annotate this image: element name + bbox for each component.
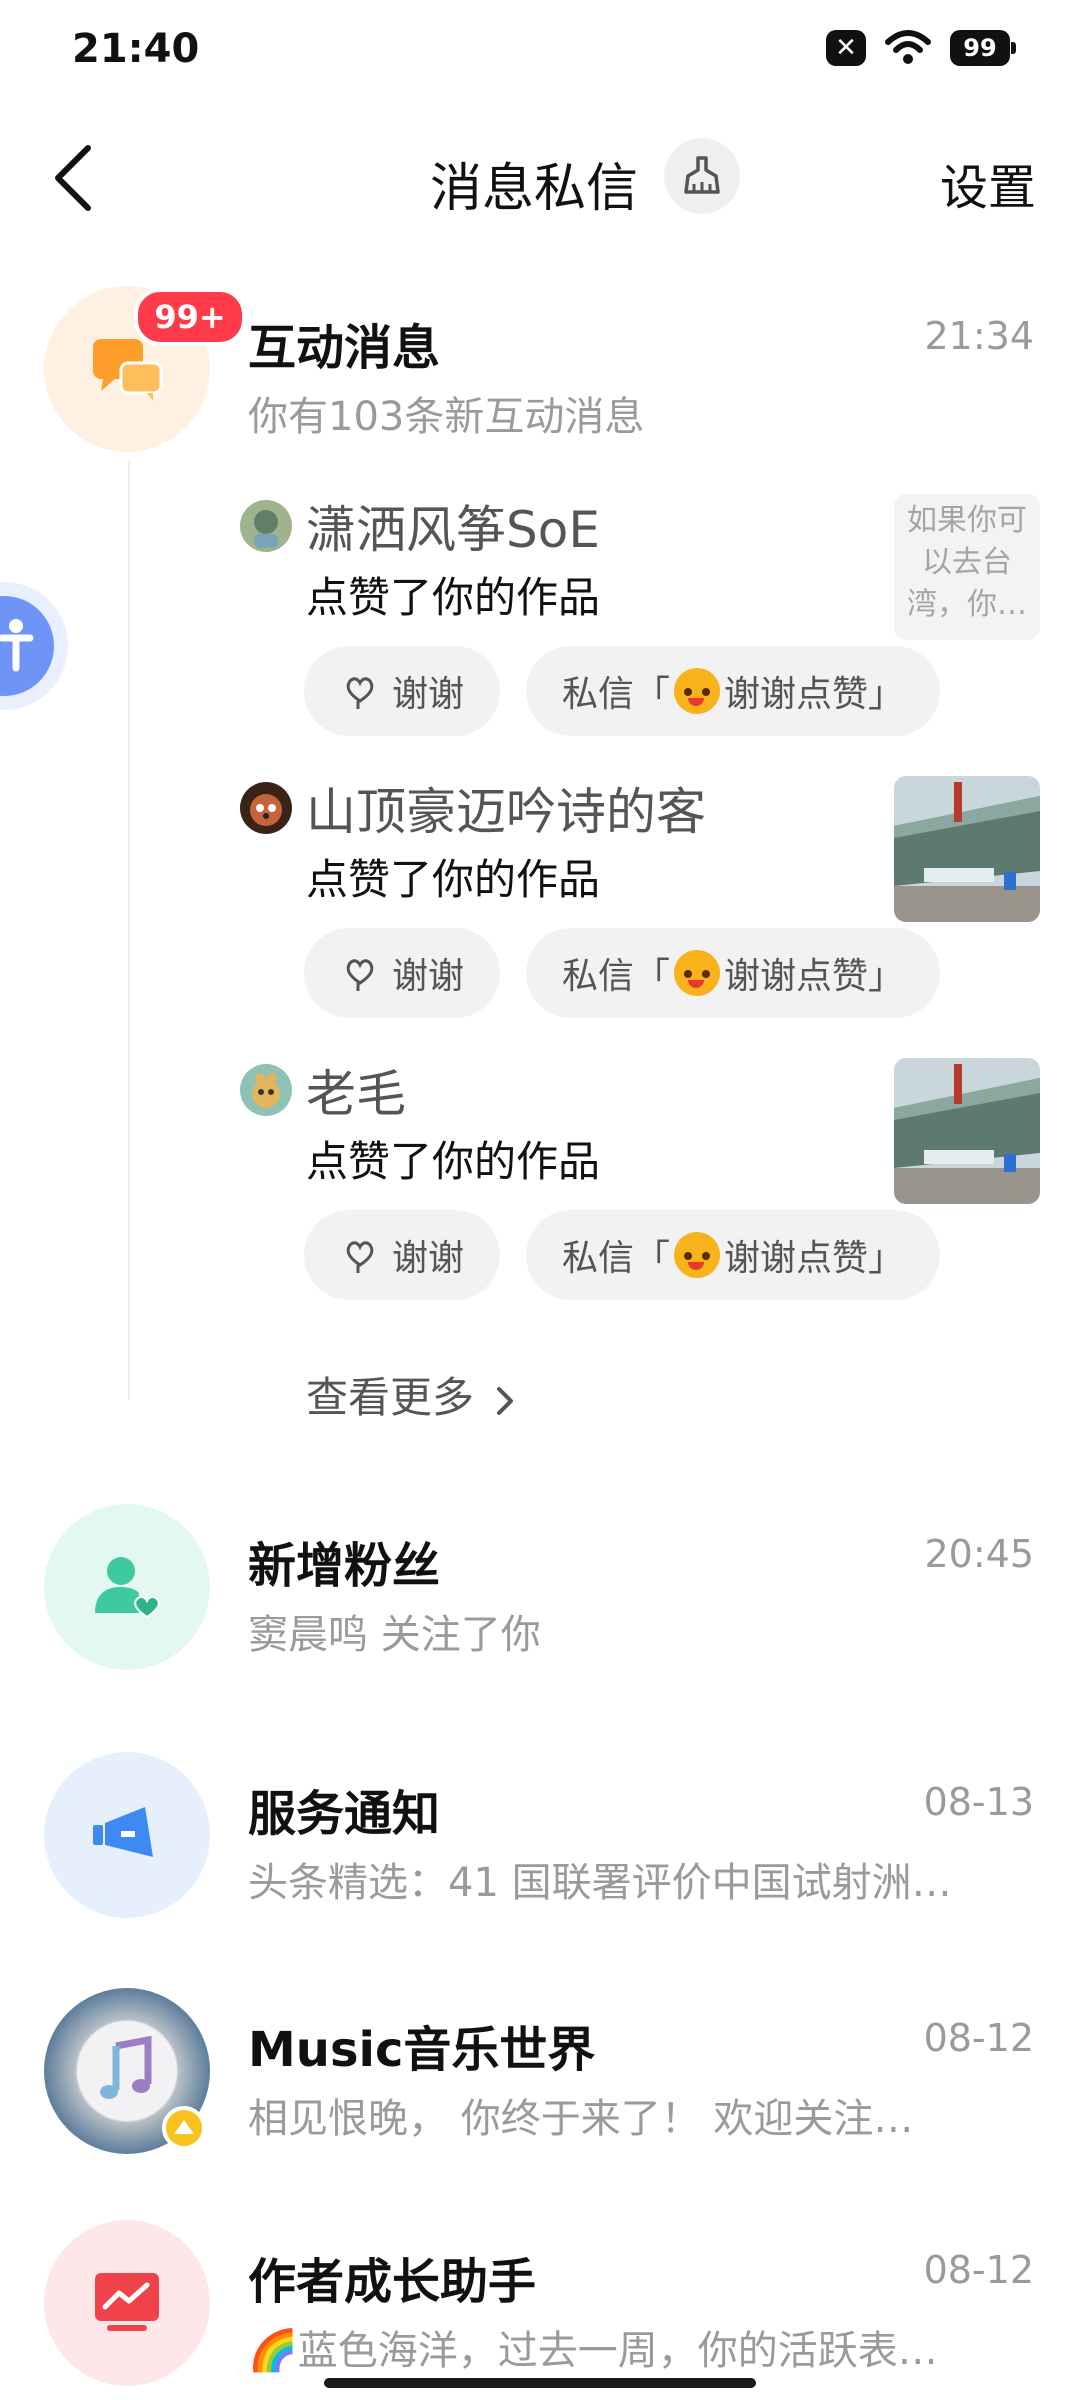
- dm-thanks-button[interactable]: 私信「 谢谢点赞」: [526, 646, 940, 736]
- header: 消息私信 设置: [0, 120, 1080, 240]
- music-note-icon: [100, 2035, 152, 2099]
- interaction-item[interactable]: 山顶豪迈吟诗的客 点赞了你的作品 谢谢 私信「 谢谢点赞」: [240, 776, 1040, 1056]
- like-action-text: 点赞了你的作品: [306, 1137, 601, 1186]
- thanks-label: 谢谢: [391, 674, 464, 715]
- station-photo-icon: [894, 1058, 1040, 1204]
- service-notice-row[interactable]: 服务通知 08-13 头条精选：41 国联署评价中国试射洲…: [0, 1752, 1080, 1932]
- chevron-right-icon: [497, 1386, 514, 1415]
- author-title: 作者成长助手: [248, 2254, 537, 2310]
- post-thumbnail[interactable]: [894, 1058, 1040, 1204]
- home-indicator[interactable]: [324, 2378, 756, 2388]
- dm-suffix: 谢谢点赞」: [724, 674, 905, 715]
- author-assistant-row[interactable]: 作者成长助手 08-12 🌈蓝色海洋，过去一周，你的活跃表…: [0, 2220, 1080, 2400]
- see-more-label: 查看更多: [306, 1373, 475, 1422]
- thanks-label: 谢谢: [391, 956, 464, 997]
- user-name: 山顶豪迈吟诗的客: [306, 783, 706, 841]
- back-icon[interactable]: [40, 138, 120, 218]
- interaction-time: 21:34: [924, 314, 1034, 358]
- dm-prefix: 私信「: [561, 1238, 670, 1279]
- timeline-line: [128, 460, 130, 1400]
- dm-thanks-button[interactable]: 私信「 谢谢点赞」: [526, 1210, 940, 1300]
- station-photo-icon: [894, 776, 1040, 922]
- blush-emoji-icon: [674, 1232, 720, 1278]
- verified-badge-icon: [162, 2106, 206, 2150]
- followers-title: 新增粉丝: [248, 1538, 441, 1594]
- dm-prefix: 私信「: [561, 674, 670, 715]
- status-icons: ✕ 99: [826, 30, 1016, 66]
- interaction-subtitle: 你有103条新互动消息: [248, 394, 645, 440]
- user-avatar: [240, 1064, 292, 1116]
- author-time: 08-12: [923, 2248, 1034, 2292]
- person-heart-icon: [95, 1557, 160, 1619]
- megaphone-icon: [93, 1807, 153, 1857]
- clear-unread-button[interactable]: [664, 138, 740, 214]
- dm-suffix: 谢谢点赞」: [724, 1238, 905, 1279]
- broom-icon: [684, 156, 720, 194]
- battery-icon: 99: [950, 30, 1016, 66]
- thanks-button[interactable]: 谢谢: [304, 646, 500, 736]
- dm-thanks-button[interactable]: 私信「 谢谢点赞」: [526, 928, 940, 1018]
- like-action-text: 点赞了你的作品: [306, 855, 601, 904]
- heart-hand-icon: [346, 1241, 374, 1273]
- blush-emoji-icon: [674, 668, 720, 714]
- dm-suffix: 谢谢点赞」: [724, 956, 905, 997]
- unread-badge: 99+: [134, 288, 246, 346]
- user-avatar: [240, 500, 292, 552]
- music-title: Music音乐世界: [248, 2022, 596, 2078]
- settings-button[interactable]: 设置: [940, 148, 1036, 218]
- blush-emoji-icon: [674, 950, 720, 996]
- post-thumbnail[interactable]: [894, 776, 1040, 922]
- author-subtitle: 🌈蓝色海洋，过去一周，你的活跃表…: [248, 2328, 938, 2374]
- service-time: 08-13: [923, 1780, 1034, 1824]
- author-avatar: [44, 2220, 210, 2386]
- service-subtitle: 头条精选：41 国联署评价中国试射洲…: [248, 1860, 952, 1906]
- user-name: 老毛: [306, 1065, 406, 1123]
- post-thumbnail-text[interactable]: 如果你可以去台湾，你…: [894, 494, 1040, 640]
- music-avatar: [44, 1988, 210, 2154]
- interaction-item[interactable]: 老毛 点赞了你的作品 谢谢 私信「 谢谢点赞」: [240, 1058, 1040, 1338]
- heart-hand-icon: [346, 677, 374, 709]
- dm-prefix: 私信「: [561, 956, 670, 997]
- music-time: 08-12: [923, 2016, 1034, 2060]
- like-action-text: 点赞了你的作品: [306, 573, 601, 622]
- followers-avatar: [44, 1504, 210, 1670]
- status-time: 21:40: [72, 26, 200, 72]
- wifi-icon: [885, 30, 931, 64]
- user-avatar: [240, 782, 292, 834]
- followers-time: 20:45: [924, 1532, 1034, 1576]
- accessibility-icon: [0, 619, 34, 672]
- no-sim-icon: ✕: [826, 30, 866, 66]
- status-bar: 21:40 ✕ 99: [0, 0, 1080, 100]
- thanks-label: 谢谢: [391, 1238, 464, 1279]
- service-title: 服务通知: [248, 1786, 441, 1842]
- thanks-button[interactable]: 谢谢: [304, 928, 500, 1018]
- see-more-link[interactable]: 查看更多: [306, 1364, 519, 1425]
- accessibility-button[interactable]: [0, 596, 54, 696]
- user-name: 潇洒风筝SoE: [306, 501, 600, 559]
- trend-chart-icon: [95, 2273, 159, 2331]
- page-title: 消息私信: [430, 159, 639, 219]
- music-world-row[interactable]: Music音乐世界 08-12 相见恨晚， 你终于来了！ 欢迎关注…: [0, 1988, 1080, 2168]
- music-subtitle: 相见恨晚， 你终于来了！ 欢迎关注…: [248, 2096, 914, 2142]
- followers-subtitle: 窦晨鸣 关注了你: [248, 1612, 541, 1658]
- new-followers-row[interactable]: 新增粉丝 20:45 窦晨鸣 关注了你: [0, 1504, 1080, 1684]
- interaction-title: 互动消息: [248, 320, 441, 376]
- thanks-button[interactable]: 谢谢: [304, 1210, 500, 1300]
- interaction-item[interactable]: 潇洒风筝SoE 点赞了你的作品 如果你可以去台湾，你… 谢谢 私信「 谢谢点赞」: [240, 494, 1040, 774]
- heart-hand-icon: [346, 959, 374, 991]
- service-avatar: [44, 1752, 210, 1918]
